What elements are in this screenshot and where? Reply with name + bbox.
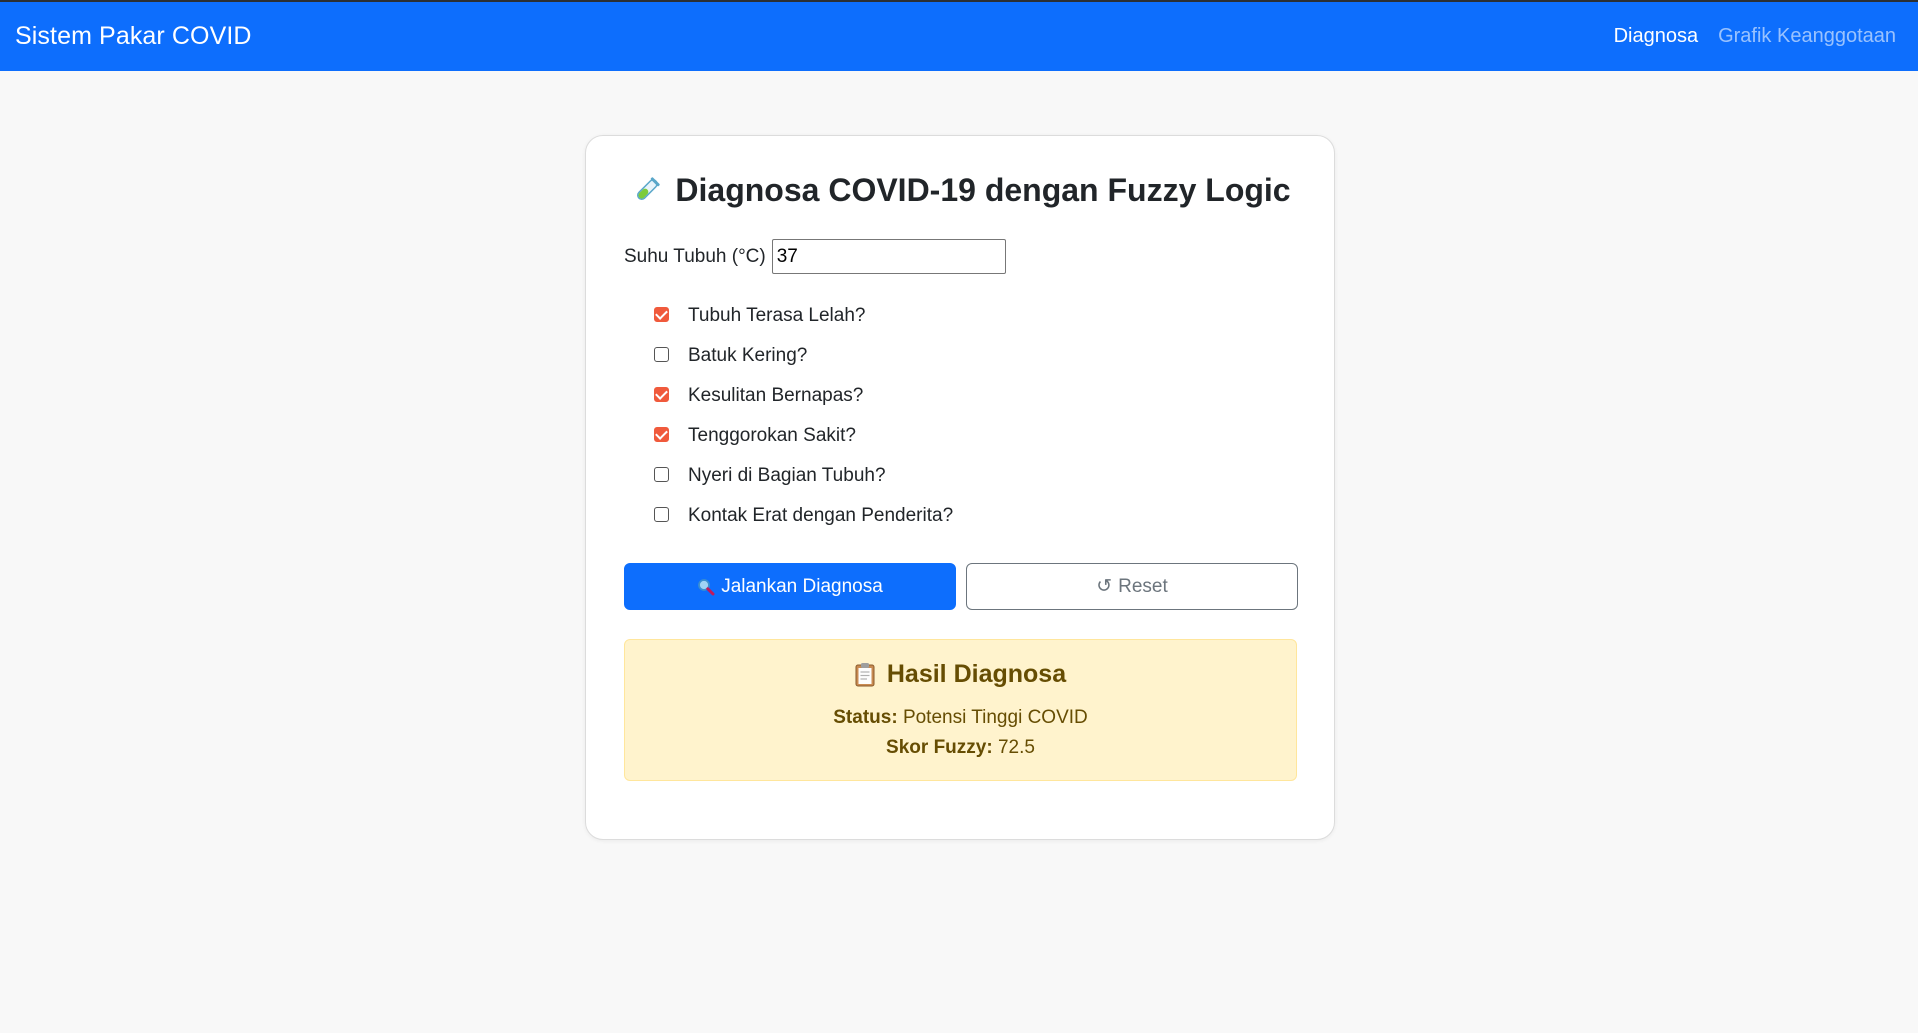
result-title: Hasil Diagnosa bbox=[625, 660, 1296, 689]
symptom-checkbox-bernapas[interactable] bbox=[654, 386, 669, 402]
reset-button[interactable]: ↺ Reset bbox=[966, 563, 1298, 610]
test-tube-icon bbox=[637, 176, 661, 200]
navbar-brand[interactable]: Sistem Pakar COVID bbox=[15, 22, 252, 51]
symptom-checkbox-kontak[interactable] bbox=[654, 506, 669, 522]
symptom-label: Batuk Kering? bbox=[688, 345, 808, 366]
symptom-item-batuk[interactable]: Batuk Kering? bbox=[654, 336, 953, 376]
result-status-value: Potensi Tinggi COVID bbox=[902, 707, 1088, 728]
temperature-input[interactable] bbox=[771, 239, 1006, 274]
reset-icon: ↺ bbox=[1096, 576, 1113, 597]
symptom-list: Tubuh Terasa Lelah? Batuk Kering? Kesuli… bbox=[654, 296, 953, 536]
diagnosis-card: Diagnosa COVID-19 dengan Fuzzy Logic Suh… bbox=[585, 135, 1335, 840]
symptom-item-nyeri[interactable]: Nyeri di Bagian Tubuh? bbox=[654, 456, 953, 496]
nav-link-diagnosa[interactable]: Diagnosa bbox=[1614, 25, 1699, 48]
symptom-checkbox-nyeri[interactable] bbox=[654, 466, 669, 482]
symptom-checkbox-tenggorokan[interactable] bbox=[654, 426, 669, 442]
result-panel: Hasil Diagnosa Status: Potensi Tinggi CO… bbox=[624, 639, 1297, 781]
result-status: Status: Potensi Tinggi COVID bbox=[625, 707, 1296, 729]
nav-link-grafik-keanggotaan[interactable]: Grafik Keanggotaan bbox=[1718, 25, 1896, 48]
symptom-label: Kesulitan Bernapas? bbox=[688, 385, 864, 406]
symptom-label: Nyeri di Bagian Tubuh? bbox=[688, 465, 886, 486]
symptom-item-kontak[interactable]: Kontak Erat dengan Penderita? bbox=[654, 496, 953, 536]
result-score-key: Skor Fuzzy: bbox=[886, 737, 993, 758]
symptom-checkbox-lelah[interactable] bbox=[654, 306, 669, 322]
run-diagnosis-label: Jalankan Diagnosa bbox=[721, 575, 883, 597]
run-diagnosis-button[interactable]: Jalankan Diagnosa bbox=[624, 563, 956, 610]
result-status-key: Status: bbox=[833, 707, 898, 728]
card-title: Diagnosa COVID-19 dengan Fuzzy Logic bbox=[586, 172, 1336, 209]
temperature-label: Suhu Tubuh (°C) bbox=[624, 245, 766, 267]
navbar: Sistem Pakar COVID Diagnosa Grafik Keang… bbox=[0, 2, 1918, 71]
card-title-text: Diagnosa COVID-19 dengan Fuzzy Logic bbox=[675, 172, 1291, 208]
nav-links: Diagnosa Grafik Keanggotaan bbox=[1614, 25, 1896, 48]
symptom-label: Tubuh Terasa Lelah? bbox=[688, 305, 866, 326]
symptom-label: Tenggorokan Sakit? bbox=[688, 425, 856, 446]
magnifier-icon bbox=[698, 578, 715, 595]
result-score: Skor Fuzzy: 72.5 bbox=[625, 737, 1296, 759]
symptom-item-bernapas[interactable]: Kesulitan Bernapas? bbox=[654, 376, 953, 416]
symptom-label: Kontak Erat dengan Penderita? bbox=[688, 505, 954, 526]
symptom-checkbox-batuk[interactable] bbox=[654, 346, 669, 362]
reset-label: Reset bbox=[1118, 575, 1168, 597]
clipboard-icon bbox=[855, 663, 875, 687]
result-title-text: Hasil Diagnosa bbox=[886, 660, 1067, 688]
symptom-item-lelah[interactable]: Tubuh Terasa Lelah? bbox=[654, 296, 953, 336]
temperature-row: Suhu Tubuh (°C) bbox=[624, 239, 1006, 274]
result-score-value: 72.5 bbox=[997, 737, 1035, 758]
symptom-item-tenggorokan[interactable]: Tenggorokan Sakit? bbox=[654, 416, 953, 456]
